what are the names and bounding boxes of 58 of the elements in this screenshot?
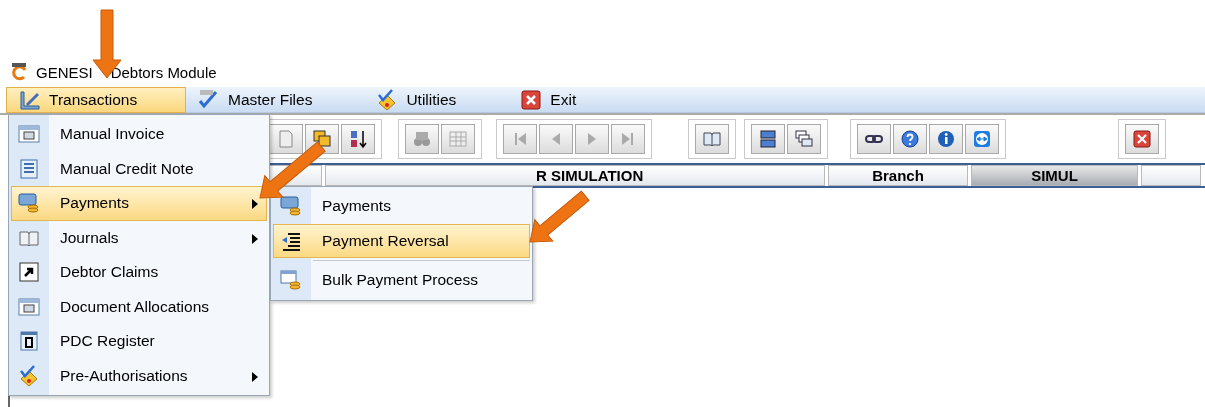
column-header[interactable] <box>1141 165 1201 186</box>
menu-item[interactable]: Manual Credit Note <box>11 151 267 186</box>
checkmark-warning-icon <box>18 364 40 387</box>
menu-item[interactable]: Debtor Claims <box>11 255 267 290</box>
menu-bar-item[interactable]: Exit <box>508 86 589 113</box>
info-icon <box>936 129 956 149</box>
menu-item[interactable]: Bulk Payment Process <box>273 263 530 298</box>
grid-button[interactable] <box>441 124 475 154</box>
sort-button[interactable] <box>341 124 375 154</box>
column-header[interactable]: R SIMULATION <box>325 165 825 186</box>
column-header[interactable]: SIMUL <box>971 165 1138 186</box>
menu-item[interactable]: PDC Register <box>11 324 267 359</box>
tile-button[interactable] <box>751 124 785 154</box>
window-title: GENESI <box>36 63 93 81</box>
coins-icon <box>280 195 302 218</box>
coins-icon <box>18 192 40 215</box>
window-title: Debtors Module <box>110 63 217 81</box>
binoculars-icon <box>412 129 432 149</box>
stacked-squares-icon <box>312 129 332 149</box>
menu-item[interactable]: Payments <box>11 186 267 221</box>
grid-icon <box>448 129 468 149</box>
document-icon <box>276 129 296 149</box>
menu-item[interactable]: Payment Reversal <box>273 223 530 258</box>
info-button[interactable] <box>929 124 963 154</box>
close-button[interactable] <box>1125 124 1159 154</box>
windows-button[interactable] <box>787 124 821 154</box>
table-coins-icon <box>280 269 302 292</box>
menu-item[interactable]: Pre-Authorisations <box>11 358 267 393</box>
last-button[interactable] <box>611 124 645 154</box>
field-icon <box>18 295 40 318</box>
first-button[interactable] <box>503 124 537 154</box>
close-icon <box>1132 129 1152 149</box>
next-button[interactable] <box>575 124 609 154</box>
export-button[interactable] <box>269 124 303 154</box>
menu-item[interactable]: Journals <box>11 220 267 255</box>
menu-item[interactable]: Payments <box>273 189 530 224</box>
menu-bar-item[interactable]: Transactions <box>6 86 186 113</box>
book-button[interactable] <box>695 124 729 154</box>
ruler-pencil-icon <box>19 88 41 111</box>
field-icon <box>18 123 40 146</box>
shortcut-icon <box>18 261 40 284</box>
rows-icon <box>758 129 778 149</box>
find-button[interactable] <box>405 124 439 154</box>
book-icon <box>702 129 722 149</box>
link-button[interactable] <box>857 124 891 154</box>
menu-item[interactable]: Manual Invoice <box>11 117 267 152</box>
menu-item[interactable]: Document Allocations <box>11 289 267 324</box>
help-icon <box>900 129 920 149</box>
column-header[interactable]: Branch <box>828 165 968 186</box>
previous-button[interactable] <box>539 124 573 154</box>
list-icon <box>18 157 40 180</box>
remote-button[interactable] <box>965 124 999 154</box>
sort-icon <box>348 129 368 149</box>
close-icon <box>520 88 543 111</box>
menu-bar-item[interactable]: Master Files <box>186 86 325 113</box>
help-button[interactable] <box>893 124 927 154</box>
menu-bar-item[interactable]: Utilities <box>364 86 469 113</box>
windows-icon <box>794 129 814 149</box>
